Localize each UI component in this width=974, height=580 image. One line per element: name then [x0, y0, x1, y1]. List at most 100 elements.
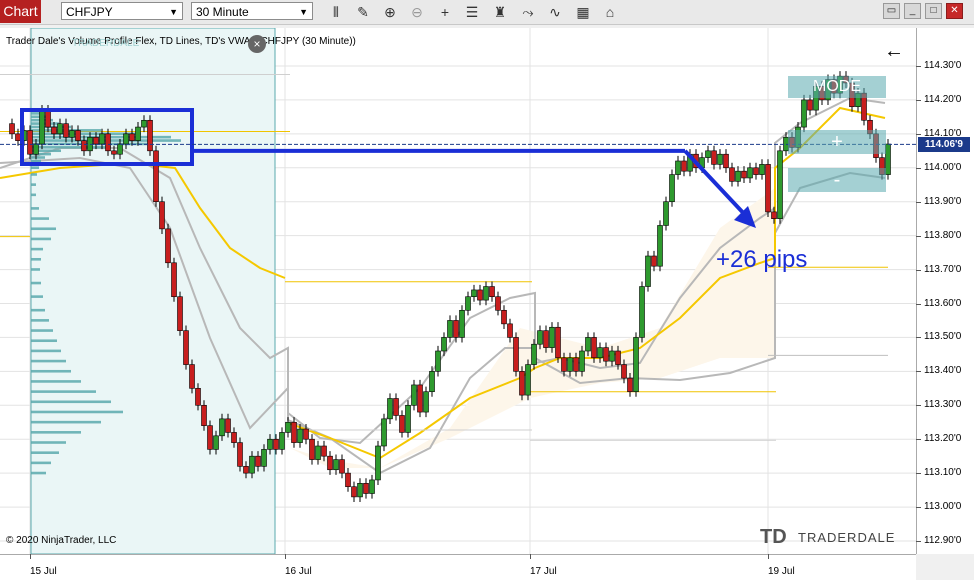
candle-body: [759, 164, 765, 175]
time-axis-label: 19 Jul: [768, 566, 795, 577]
candle-body: [153, 150, 159, 203]
candle-body: [537, 330, 543, 345]
price-axis-label: 113.80'0: [924, 229, 962, 241]
candle-body: [69, 130, 75, 138]
vp-plus-button[interactable]: +: [788, 130, 886, 154]
candle-body: [507, 323, 513, 338]
template-icon[interactable]: ▦: [574, 3, 592, 21]
pencil-icon[interactable]: ✎: [354, 3, 372, 21]
vp-mode-button[interactable]: MODE: [788, 76, 886, 98]
candle-body: [75, 130, 81, 141]
chart-plot-area[interactable]: [0, 27, 916, 555]
candle-body: [801, 99, 807, 128]
volume-profile-bar: [31, 237, 51, 241]
price-axis-tick: [916, 133, 921, 135]
volume-profile-bar: [31, 329, 53, 332]
vwap-band-fill: [290, 188, 775, 468]
candle-body: [501, 309, 507, 325]
candle-body: [357, 483, 363, 498]
volume-profile-bar: [31, 420, 101, 424]
chart-tab[interactable]: Chart: [0, 0, 41, 23]
indicator-icon[interactable]: ⤳: [519, 3, 537, 21]
price-axis-tick: [916, 405, 921, 407]
candle-body: [735, 170, 741, 182]
tools-icon[interactable]: ⌂: [601, 3, 619, 21]
candle-body: [639, 286, 645, 338]
candle-body: [51, 126, 57, 135]
candle-body: [621, 364, 627, 379]
candle-body: [681, 160, 687, 172]
candle-body: [447, 320, 453, 338]
zoom-in-icon[interactable]: ⊕: [381, 3, 399, 21]
volume-profile-bar: [31, 173, 37, 176]
candle-body: [423, 391, 429, 413]
restore-icon[interactable]: ▭: [883, 3, 900, 19]
candle-body: [579, 350, 585, 372]
crosshair-icon[interactable]: +: [436, 3, 454, 21]
vp-minus-button[interactable]: -: [788, 168, 886, 192]
candle-body: [429, 371, 435, 393]
volume-profile-bar: [31, 410, 123, 414]
volume-profile-bar: [31, 193, 36, 197]
price-axis-tick: [916, 235, 921, 237]
volume-profile-bar: [31, 451, 59, 454]
candle-body: [147, 119, 153, 152]
candle-body: [363, 483, 369, 494]
candle-body: [201, 404, 207, 426]
pips-annotation: +26 pips: [716, 246, 808, 273]
price-axis-label: 114.30'0: [924, 60, 962, 71]
volume-profile-bar: [31, 471, 46, 475]
instrument-selector[interactable]: CHFJPY ▼: [61, 2, 183, 20]
close-profile-icon[interactable]: ×: [248, 35, 266, 53]
candle-body: [543, 330, 549, 348]
price-axis-label: 112.90'0: [924, 535, 962, 546]
candle-body: [723, 153, 729, 169]
volume-profile-bar: [31, 122, 59, 125]
candle-body: [513, 337, 519, 372]
candle-body: [93, 136, 99, 145]
candle-body: [375, 445, 381, 481]
candle-body: [435, 350, 441, 372]
close-icon[interactable]: ✕: [946, 3, 963, 19]
bars-icon[interactable]: ⫴: [327, 3, 345, 21]
candle-body: [495, 296, 501, 311]
candle-body: [405, 404, 411, 433]
price-axis-tick: [916, 201, 921, 203]
line-chart-icon[interactable]: ∿: [546, 3, 564, 21]
traderdale-logo-icon: TD: [760, 526, 787, 548]
candle-body: [231, 432, 237, 443]
maximize-icon[interactable]: □: [925, 3, 942, 19]
timeframe-selector[interactable]: 30 Minute ▼: [191, 2, 313, 20]
candle-body: [753, 167, 759, 175]
candle-body: [369, 479, 375, 494]
time-axis-tick: [30, 554, 31, 559]
candle-body: [669, 174, 675, 203]
zoom-out-icon[interactable]: ⊖: [408, 3, 426, 21]
candle-body: [207, 425, 213, 450]
volume-profile-bar: [31, 359, 66, 363]
candle-body: [39, 109, 45, 145]
candle-body: [399, 415, 405, 433]
candle-body: [519, 371, 525, 396]
candle-body: [627, 377, 633, 393]
strategy-icon[interactable]: ♜: [491, 3, 509, 21]
back-arrow-icon[interactable]: ←: [884, 40, 904, 63]
candle-body: [57, 123, 63, 135]
price-axis-tick: [916, 439, 921, 441]
candle-body: [315, 445, 321, 460]
volume-profile-bar: [31, 441, 66, 444]
price-axis-tick: [916, 303, 921, 305]
volume-profile-bar: [31, 380, 81, 383]
candle-body: [459, 309, 465, 338]
properties-icon[interactable]: ☰: [463, 3, 481, 21]
watermark-logo-small: TRADERDALE: [72, 38, 140, 49]
price-axis-label: 114.00'0: [924, 161, 962, 173]
minimize-icon[interactable]: _: [904, 3, 921, 19]
volume-profile-bar: [31, 281, 41, 285]
volume-profile-bar: [31, 156, 45, 159]
candle-body: [345, 472, 351, 488]
candle-body: [417, 384, 423, 413]
candle-body: [321, 445, 327, 457]
candle-body: [483, 286, 489, 301]
candle-body: [477, 289, 483, 301]
